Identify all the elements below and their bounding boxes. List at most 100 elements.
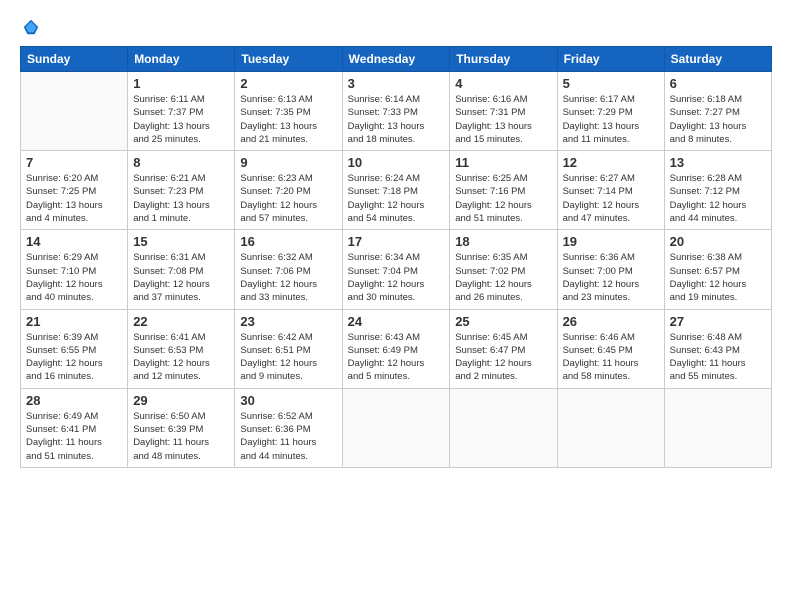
calendar-cell: 21 Sunrise: 6:39 AM Sunset: 6:55 PM Dayli… [21,309,128,388]
calendar-day-header: Saturday [664,47,771,72]
calendar-cell [450,388,557,467]
day-info: Sunrise: 6:42 AM Sunset: 6:51 PM Dayligh… [240,331,336,384]
day-number: 21 [26,314,122,329]
day-info: Sunrise: 6:23 AM Sunset: 7:20 PM Dayligh… [240,172,336,225]
calendar-cell: 17 Sunrise: 6:34 AM Sunset: 7:04 PM Dayli… [342,230,450,309]
day-number: 15 [133,234,229,249]
calendar-day-header: Wednesday [342,47,450,72]
calendar-cell [664,388,771,467]
day-number: 14 [26,234,122,249]
calendar-cell: 15 Sunrise: 6:31 AM Sunset: 7:08 PM Dayli… [128,230,235,309]
logo-icon [22,18,40,36]
day-number: 13 [670,155,766,170]
day-number: 12 [563,155,659,170]
day-number: 1 [133,76,229,91]
calendar-week-row: 28Sunrise: 6:49 AM Sunset: 6:41 PM Dayli… [21,388,772,467]
page: SundayMondayTuesdayWednesdayThursdayFrid… [0,0,792,612]
calendar-cell: 30 Sunrise: 6:52 AM Sunset: 6:36 PM Dayli… [235,388,342,467]
calendar-cell: 26 Sunrise: 6:46 AM Sunset: 6:45 PM Dayli… [557,309,664,388]
calendar-week-row: 1 Sunrise: 6:11 AM Sunset: 7:37 PM Daylig… [21,72,772,151]
calendar-cell: 24 Sunrise: 6:43 AM Sunset: 6:49 PM Dayli… [342,309,450,388]
calendar-week-row: 21 Sunrise: 6:39 AM Sunset: 6:55 PM Dayli… [21,309,772,388]
calendar-cell [342,388,450,467]
day-info: Sunrise: 6:16 AM Sunset: 7:31 PM Dayligh… [455,93,551,146]
day-number: 24 [348,314,445,329]
day-number: 17 [348,234,445,249]
day-info: Sunrise: 6:48 AM Sunset: 6:43 PM Dayligh… [670,331,766,384]
calendar-cell: 22 Sunrise: 6:41 AM Sunset: 6:53 PM Dayli… [128,309,235,388]
day-info: Sunrise: 6:50 AM Sunset: 6:39 PM Dayligh… [133,410,229,463]
calendar-cell: 29 Sunrise: 6:50 AM Sunset: 6:39 PM Dayli… [128,388,235,467]
day-info: Sunrise: 6:24 AM Sunset: 7:18 PM Dayligh… [348,172,445,225]
day-info: Sunrise: 6:39 AM Sunset: 6:55 PM Dayligh… [26,331,122,384]
day-number: 29 [133,393,229,408]
calendar-cell: 11 Sunrise: 6:25 AM Sunset: 7:16 PM Dayli… [450,151,557,230]
day-number: 6 [670,76,766,91]
day-number: 16 [240,234,336,249]
day-number: 7 [26,155,122,170]
calendar-cell: 6 Sunrise: 6:18 AM Sunset: 7:27 PM Daylig… [664,72,771,151]
calendar-cell: 7 Sunrise: 6:20 AM Sunset: 7:25 PM Daylig… [21,151,128,230]
day-number: 27 [670,314,766,329]
calendar-cell: 18 Sunrise: 6:35 AM Sunset: 7:02 PM Dayli… [450,230,557,309]
calendar-cell: 12 Sunrise: 6:27 AM Sunset: 7:14 PM Dayli… [557,151,664,230]
calendar-day-header: Sunday [21,47,128,72]
day-number: 9 [240,155,336,170]
calendar-week-row: 7 Sunrise: 6:20 AM Sunset: 7:25 PM Daylig… [21,151,772,230]
calendar-cell: 9 Sunrise: 6:23 AM Sunset: 7:20 PM Daylig… [235,151,342,230]
calendar-cell: 2 Sunrise: 6:13 AM Sunset: 7:35 PM Daylig… [235,72,342,151]
calendar-cell: 3 Sunrise: 6:14 AM Sunset: 7:33 PM Daylig… [342,72,450,151]
day-info: Sunrise: 6:29 AM Sunset: 7:10 PM Dayligh… [26,251,122,304]
day-number: 11 [455,155,551,170]
calendar-cell: 4 Sunrise: 6:16 AM Sunset: 7:31 PM Daylig… [450,72,557,151]
day-info: Sunrise: 6:35 AM Sunset: 7:02 PM Dayligh… [455,251,551,304]
header [20,18,772,36]
day-info: Sunrise: 6:11 AM Sunset: 7:37 PM Dayligh… [133,93,229,146]
calendar-day-header: Thursday [450,47,557,72]
day-info: Sunrise: 6:43 AM Sunset: 6:49 PM Dayligh… [348,331,445,384]
calendar-cell: 27 Sunrise: 6:48 AM Sunset: 6:43 PM Dayli… [664,309,771,388]
day-number: 28 [26,393,122,408]
day-number: 10 [348,155,445,170]
calendar-cell: 16 Sunrise: 6:32 AM Sunset: 7:06 PM Dayli… [235,230,342,309]
day-number: 22 [133,314,229,329]
calendar-cell [21,72,128,151]
day-info: Sunrise: 6:41 AM Sunset: 6:53 PM Dayligh… [133,331,229,384]
day-info: Sunrise: 6:25 AM Sunset: 7:16 PM Dayligh… [455,172,551,225]
day-number: 5 [563,76,659,91]
logo [20,18,40,36]
calendar-cell: 14 Sunrise: 6:29 AM Sunset: 7:10 PM Dayli… [21,230,128,309]
day-number: 30 [240,393,336,408]
day-info: Sunrise: 6:21 AM Sunset: 7:23 PM Dayligh… [133,172,229,225]
day-number: 4 [455,76,551,91]
day-number: 3 [348,76,445,91]
calendar-cell: 25Sunrise: 6:45 AM Sunset: 6:47 PM Dayli… [450,309,557,388]
day-number: 18 [455,234,551,249]
day-number: 8 [133,155,229,170]
day-info: Sunrise: 6:52 AM Sunset: 6:36 PM Dayligh… [240,410,336,463]
day-info: Sunrise: 6:17 AM Sunset: 7:29 PM Dayligh… [563,93,659,146]
day-number: 26 [563,314,659,329]
calendar-cell [557,388,664,467]
calendar-day-header: Friday [557,47,664,72]
day-number: 2 [240,76,336,91]
day-info: Sunrise: 6:13 AM Sunset: 7:35 PM Dayligh… [240,93,336,146]
day-info: Sunrise: 6:36 AM Sunset: 7:00 PM Dayligh… [563,251,659,304]
calendar-day-header: Monday [128,47,235,72]
day-info: Sunrise: 6:31 AM Sunset: 7:08 PM Dayligh… [133,251,229,304]
calendar-cell: 20Sunrise: 6:38 AM Sunset: 6:57 PM Dayli… [664,230,771,309]
day-info: Sunrise: 6:38 AM Sunset: 6:57 PM Dayligh… [670,251,766,304]
calendar-cell: 19 Sunrise: 6:36 AM Sunset: 7:00 PM Dayli… [557,230,664,309]
day-info: Sunrise: 6:18 AM Sunset: 7:27 PM Dayligh… [670,93,766,146]
day-info: Sunrise: 6:14 AM Sunset: 7:33 PM Dayligh… [348,93,445,146]
day-info: Sunrise: 6:32 AM Sunset: 7:06 PM Dayligh… [240,251,336,304]
day-number: 19 [563,234,659,249]
day-info: Sunrise: 6:34 AM Sunset: 7:04 PM Dayligh… [348,251,445,304]
calendar-cell: 5 Sunrise: 6:17 AM Sunset: 7:29 PM Daylig… [557,72,664,151]
day-info: Sunrise: 6:45 AM Sunset: 6:47 PM Dayligh… [455,331,551,384]
calendar-day-header: Tuesday [235,47,342,72]
calendar-cell: 8 Sunrise: 6:21 AM Sunset: 7:23 PM Daylig… [128,151,235,230]
day-info: Sunrise: 6:20 AM Sunset: 7:25 PM Dayligh… [26,172,122,225]
day-info: Sunrise: 6:46 AM Sunset: 6:45 PM Dayligh… [563,331,659,384]
day-info: Sunrise: 6:27 AM Sunset: 7:14 PM Dayligh… [563,172,659,225]
